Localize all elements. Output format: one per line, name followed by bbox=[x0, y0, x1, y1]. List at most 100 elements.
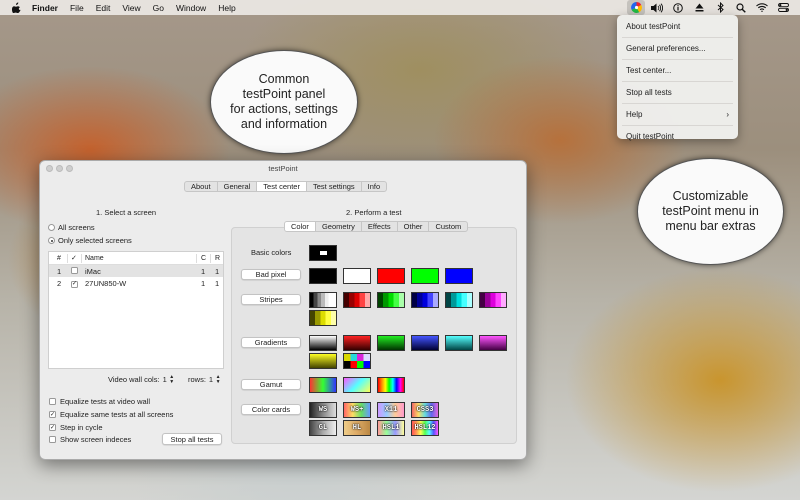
checkbox[interactable] bbox=[49, 398, 56, 405]
bad-pixel-button[interactable]: Bad pixel bbox=[241, 269, 301, 280]
row-name: 27UN850-W bbox=[85, 278, 127, 288]
testpoint-icon[interactable] bbox=[627, 0, 645, 15]
radio-button[interactable] bbox=[48, 237, 55, 244]
subtab-color[interactable]: Color bbox=[285, 222, 316, 231]
subtab-geometry[interactable]: Geometry bbox=[316, 222, 362, 231]
gradient-cyan-swatch[interactable] bbox=[445, 335, 473, 351]
checkbox[interactable]: ✓ bbox=[49, 424, 56, 431]
gradient-gray-swatch[interactable] bbox=[309, 335, 337, 351]
stripes-gray-swatch[interactable] bbox=[309, 292, 337, 308]
option-equalize-video-wall[interactable]: Equalize tests at video wall bbox=[49, 397, 150, 406]
bad-pixel-white-swatch[interactable] bbox=[343, 268, 371, 284]
menu-go[interactable]: Go bbox=[153, 3, 164, 13]
bad-pixel-red-swatch[interactable] bbox=[377, 268, 405, 284]
column-header-check[interactable]: ✓ bbox=[71, 254, 77, 262]
bad-pixel-blue-swatch[interactable] bbox=[445, 268, 473, 284]
wifi-icon[interactable] bbox=[753, 0, 771, 15]
stepper-icon[interactable]: ▲ ▼ bbox=[169, 374, 175, 385]
stripes-button[interactable]: Stripes bbox=[241, 294, 301, 305]
search-icon[interactable] bbox=[732, 0, 750, 15]
menu-file[interactable]: File bbox=[70, 3, 84, 13]
stop-all-tests-button[interactable]: Stop all tests bbox=[162, 433, 222, 445]
gradient-yellow-swatch[interactable] bbox=[309, 353, 337, 369]
stripes-blue-swatch[interactable] bbox=[411, 292, 439, 308]
checkbox[interactable]: ✓ bbox=[49, 411, 56, 418]
gradient-green-swatch[interactable] bbox=[377, 335, 405, 351]
stripes-yellow-swatch[interactable] bbox=[309, 310, 337, 326]
tab-test-center[interactable]: Test center bbox=[257, 182, 307, 191]
subtab-other[interactable]: Other bbox=[398, 222, 430, 231]
info-icon[interactable] bbox=[669, 0, 687, 15]
checkbox[interactable] bbox=[49, 436, 56, 443]
testpoint-menu: About testPoint General preferences... T… bbox=[617, 15, 738, 141]
column-divider bbox=[210, 254, 211, 263]
row-checkbox[interactable]: ✓ bbox=[71, 278, 78, 288]
color-card-ws[interactable]: WS bbox=[309, 402, 337, 418]
option-show-screen-indeces[interactable]: Show screen indeces bbox=[49, 435, 131, 444]
gamut-button[interactable]: Gamut bbox=[241, 379, 301, 390]
tab-info[interactable]: Info bbox=[362, 182, 387, 191]
subtab-effects[interactable]: Effects bbox=[362, 222, 398, 231]
bluetooth-icon[interactable] bbox=[711, 0, 729, 15]
bad-pixel-black-swatch[interactable] bbox=[309, 268, 337, 284]
gamut-cmy-swatch[interactable] bbox=[343, 377, 371, 393]
gradient-magenta-swatch[interactable] bbox=[479, 335, 507, 351]
volume-icon[interactable] bbox=[648, 0, 666, 15]
menu-help[interactable]: Help bbox=[218, 3, 235, 13]
menu-edit[interactable]: Edit bbox=[96, 3, 111, 13]
menu-view[interactable]: View bbox=[122, 3, 140, 13]
color-card-hl[interactable]: HL bbox=[343, 420, 371, 436]
option-step-in-cycle[interactable]: ✓ Step in cycle bbox=[49, 423, 103, 432]
color-card-gl[interactable]: GL bbox=[309, 420, 337, 436]
menu-item-help[interactable]: Help › bbox=[617, 106, 738, 123]
gradients-button[interactable]: Gradients bbox=[241, 337, 301, 348]
gamut-spectrum-swatch[interactable] bbox=[377, 377, 405, 393]
menu-item-stop-all-tests[interactable]: Stop all tests bbox=[617, 84, 738, 101]
column-header-num[interactable]: # bbox=[57, 255, 61, 262]
table-row[interactable]: 2 ✓ 27UN850-W 1 1 bbox=[49, 277, 223, 289]
stepper-icon[interactable]: ▲ ▼ bbox=[215, 374, 221, 385]
table-row[interactable]: 1 iMac 1 1 bbox=[49, 265, 223, 277]
color-card-hsl12[interactable]: HSL12 bbox=[411, 420, 439, 436]
radio-button[interactable] bbox=[48, 224, 55, 231]
radio-all-screens[interactable]: All screens bbox=[48, 223, 95, 232]
menu-window[interactable]: Window bbox=[176, 3, 206, 13]
radio-selected-screens[interactable]: Only selected screens bbox=[48, 236, 132, 245]
menu-item-general-preferences[interactable]: General preferences... bbox=[617, 40, 738, 57]
stripes-red-swatch[interactable] bbox=[343, 292, 371, 308]
chevron-right-icon: › bbox=[726, 110, 729, 119]
tab-about[interactable]: About bbox=[185, 182, 218, 191]
gamut-rgb-swatch[interactable] bbox=[309, 377, 337, 393]
tab-test-settings[interactable]: Test settings bbox=[307, 182, 362, 191]
row-checkbox[interactable] bbox=[71, 266, 78, 276]
column-header-r[interactable]: R bbox=[215, 255, 220, 262]
eject-icon[interactable] bbox=[690, 0, 708, 15]
column-header-name[interactable]: Name bbox=[85, 255, 104, 262]
menu-item-about[interactable]: About testPoint bbox=[617, 18, 738, 35]
gradient-mixed-swatch[interactable] bbox=[343, 353, 371, 369]
option-equalize-all-screens[interactable]: ✓ Equalize same tests at all screens bbox=[49, 410, 173, 419]
stripes-magenta-swatch[interactable] bbox=[479, 292, 507, 308]
bad-pixel-green-swatch[interactable] bbox=[411, 268, 439, 284]
color-cards-button[interactable]: Color cards bbox=[241, 404, 301, 415]
gradient-red-swatch[interactable] bbox=[343, 335, 371, 351]
color-card-ws-plus[interactable]: WS+ bbox=[343, 402, 371, 418]
control-center-icon[interactable] bbox=[774, 0, 792, 15]
menu-app-name[interactable]: Finder bbox=[32, 3, 58, 13]
menu-item-label: Help bbox=[626, 110, 643, 119]
title-bar[interactable]: testPoint bbox=[40, 161, 526, 175]
stripes-green-swatch[interactable] bbox=[377, 292, 405, 308]
stripes-cyan-swatch[interactable] bbox=[445, 292, 473, 308]
tab-general[interactable]: General bbox=[218, 182, 258, 191]
menu-item-quit[interactable]: Quit testPoint bbox=[617, 128, 738, 145]
color-card-hsl1[interactable]: HSL1 bbox=[377, 420, 405, 436]
color-card-css3[interactable]: CSS3 bbox=[411, 402, 439, 418]
column-header-c[interactable]: C bbox=[201, 255, 206, 262]
basic-colors-swatch[interactable] bbox=[309, 245, 337, 261]
apple-icon[interactable] bbox=[10, 2, 22, 13]
color-card-x11[interactable]: X11 bbox=[377, 402, 405, 418]
gradient-blue-swatch[interactable] bbox=[411, 335, 439, 351]
subtab-custom[interactable]: Custom bbox=[429, 222, 467, 231]
menu-item-test-center[interactable]: Test center... bbox=[617, 62, 738, 79]
video-wall-cols-value: 1 bbox=[162, 375, 167, 384]
